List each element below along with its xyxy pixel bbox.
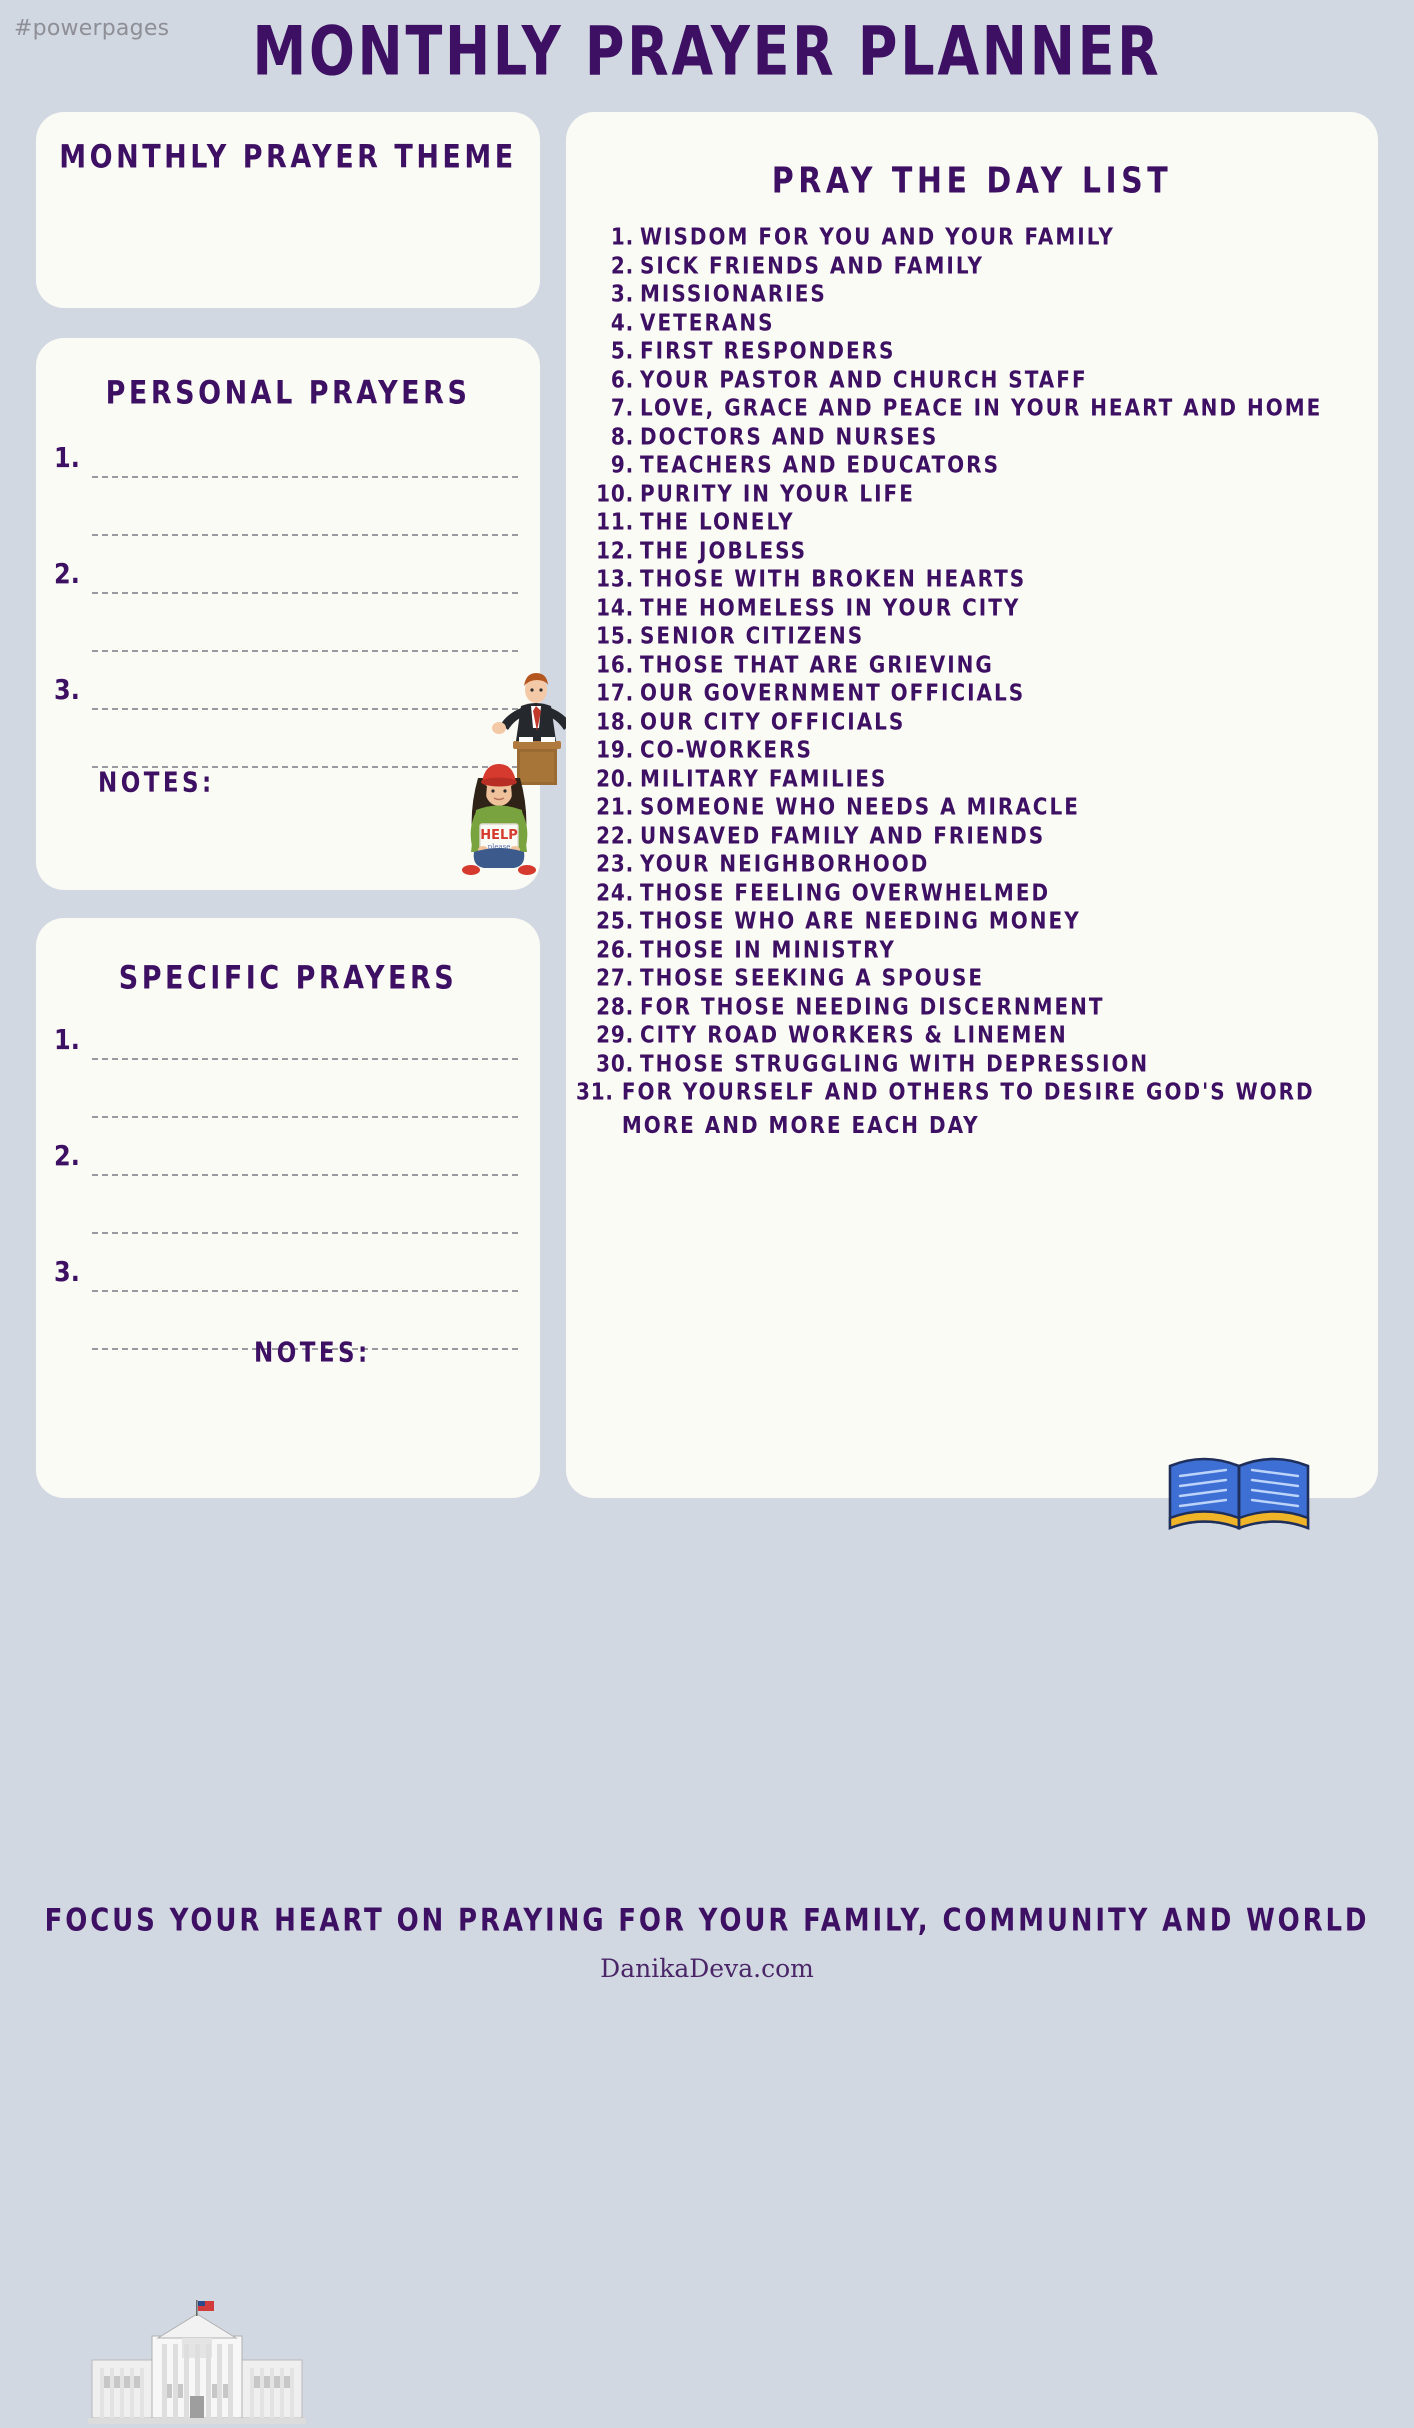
- day-list-item[interactable]: 10. PURITY IN YOUR LIFE: [594, 477, 1360, 507]
- personal-prayer-line-2b[interactable]: [92, 650, 518, 652]
- specific-prayer-entry-3[interactable]: 3.: [36, 1252, 540, 1310]
- day-list-item[interactable]: 26. THOSE IN MINISTRY: [594, 933, 1360, 963]
- day-list-item[interactable]: 21. SOMEONE WHO NEEDS A MIRACLE: [594, 790, 1360, 820]
- day-list-number: 31.: [576, 1077, 614, 1106]
- specific-notes-label: NOTES:: [254, 1337, 371, 1369]
- day-list-item[interactable]: 18. OUR CITY OFFICIALS: [594, 705, 1360, 735]
- day-list-item[interactable]: 7. LOVE, GRACE AND PEACE IN YOUR HEART AN…: [594, 391, 1360, 421]
- personal-prayer-entry-1[interactable]: 1.: [36, 438, 540, 496]
- specific-prayers-card: SPECIFIC PRAYERS 1. 2. 3. NOTES:: [36, 918, 540, 2424]
- day-list-item[interactable]: 23. YOUR NEIGHBORHOOD: [594, 847, 1360, 877]
- day-list-item[interactable]: 1. WISDOM FOR YOU AND YOUR FAMILY: [594, 220, 1360, 250]
- specific-prayer-entry-2[interactable]: 2.: [36, 1136, 540, 1194]
- footer-website: DanikaDeva.com: [600, 1954, 814, 1983]
- personal-prayer-line-row-1b[interactable]: [36, 496, 540, 554]
- specific-prayer-line-row-2b[interactable]: [36, 1194, 540, 1252]
- personal-prayer-line-1b[interactable]: [92, 534, 518, 536]
- personal-prayer-line-1a[interactable]: [92, 476, 518, 478]
- svg-text:HELP: HELP: [480, 828, 518, 843]
- personal-prayer-line-3a[interactable]: [92, 708, 518, 710]
- day-list-item[interactable]: 14. THE HOMELESS IN YOUR CITY: [594, 591, 1360, 621]
- personal-prayer-number-1: 1.: [54, 441, 80, 475]
- specific-prayers-title: SPECIFIC PRAYERS: [118, 960, 458, 997]
- day-list-item[interactable]: 29. CITY ROAD WORKERS & LINEMEN: [594, 1018, 1360, 1048]
- pray-the-day-list-title: PRAY THE DAY LIST: [771, 160, 1173, 203]
- day-list-item[interactable]: 17. OUR GOVERNMENT OFFICIALS: [594, 676, 1360, 706]
- personal-prayer-line-2a[interactable]: [92, 592, 518, 594]
- personal-prayers-title: PERSONAL PRAYERS: [105, 375, 471, 412]
- day-list-item[interactable]: 4. VETERANS: [594, 306, 1360, 336]
- day-list-item[interactable]: 31. FOR YOURSELF AND OTHERS TO DESIRE GOD…: [576, 1075, 1360, 1138]
- day-list-item[interactable]: 6. YOUR PASTOR AND CHURCH STAFF: [594, 363, 1360, 393]
- day-list-item[interactable]: 2. SICK FRIENDS AND FAMILY: [594, 249, 1360, 279]
- specific-prayer-line-1a[interactable]: [92, 1058, 518, 1060]
- day-list-item[interactable]: 12. THE JOBLESS: [594, 534, 1360, 564]
- day-list-item[interactable]: 25. THOSE WHO ARE NEEDING MONEY: [594, 904, 1360, 934]
- day-list-item[interactable]: 8. DOCTORS AND NURSES: [594, 420, 1360, 450]
- day-list-item[interactable]: 27. THOSE SEEKING A SPOUSE: [594, 961, 1360, 991]
- page-title: MONTHLY PRAYER PLANNER: [252, 12, 1162, 91]
- specific-prayer-line-row-1b[interactable]: [36, 1078, 540, 1136]
- footer-tagline: FOCUS YOUR HEART ON PRAYING FOR YOUR FAM…: [44, 1903, 1370, 1939]
- help-sign-girl-illustration: HELP please: [462, 764, 536, 875]
- specific-prayer-line-2b[interactable]: [92, 1232, 518, 1234]
- pray-the-day-list: 1. WISDOM FOR YOU AND YOUR FAMILY 2. SICK …: [576, 220, 1360, 1138]
- personal-prayer-number-2: 2.: [54, 557, 80, 591]
- day-list-item[interactable]: 28. FOR THOSE NEEDING DISCERNMENT: [594, 990, 1360, 1020]
- personal-notes-label: NOTES:: [98, 767, 215, 799]
- day-list-item[interactable]: 13. THOSE WITH BROKEN HEARTS: [594, 562, 1360, 592]
- day-list-item[interactable]: 5. FIRST RESPONDERS: [594, 334, 1360, 364]
- day-list-item[interactable]: 11. THE LONELY: [594, 505, 1360, 535]
- day-list-item[interactable]: 19. CO-WORKERS: [594, 733, 1360, 763]
- pray-the-day-list-card: PRAY THE DAY LIST 1. WISDOM FOR YOU AND Y…: [566, 112, 1378, 1530]
- specific-prayer-number-3: 3.: [54, 1255, 80, 1289]
- day-list-item[interactable]: 24. THOSE FEELING OVERWHELMED: [594, 876, 1360, 906]
- open-book-illustration: [1168, 1457, 1310, 1530]
- day-list-item[interactable]: 16. THOSE THAT ARE GRIEVING: [594, 648, 1360, 678]
- monthly-prayer-theme-title: MONTHLY PRAYER THEME: [59, 139, 517, 176]
- personal-prayer-entry-2[interactable]: 2.: [36, 554, 540, 612]
- specific-prayer-line-2a[interactable]: [92, 1174, 518, 1176]
- monthly-prayer-theme-card: MONTHLY PRAYER THEME: [36, 112, 540, 308]
- day-list-item[interactable]: 15. SENIOR CITIZENS: [594, 619, 1360, 649]
- day-list-item[interactable]: 3. MISSIONARIES: [594, 277, 1360, 307]
- day-list-item[interactable]: 30. THOSE STRUGGLING WITH DEPRESSION: [594, 1047, 1360, 1077]
- day-list-text: FOR YOURSELF AND OTHERS TO DESIRE GOD'S …: [621, 1077, 1315, 1139]
- white-house-illustration: [88, 2300, 306, 2424]
- specific-prayer-line-1b[interactable]: [92, 1116, 518, 1118]
- day-list-item[interactable]: 20. MILITARY FAMILIES: [594, 762, 1360, 792]
- specific-prayer-line-3a[interactable]: [92, 1290, 518, 1292]
- specific-prayer-entry-1[interactable]: 1.: [36, 1020, 540, 1078]
- day-list-item[interactable]: 9. TEACHERS AND EDUCATORS: [594, 448, 1360, 478]
- day-list-item[interactable]: 22. UNSAVED FAMILY AND FRIENDS: [594, 819, 1360, 849]
- specific-prayer-number-2: 2.: [54, 1139, 80, 1173]
- powerpages-watermark: #powerpages: [14, 16, 170, 41]
- personal-prayer-entry-3[interactable]: 3.: [36, 670, 540, 728]
- personal-prayer-number-3: 3.: [54, 673, 80, 707]
- personal-prayer-line-row-2b[interactable]: [36, 612, 540, 670]
- specific-prayer-number-1: 1.: [54, 1023, 80, 1057]
